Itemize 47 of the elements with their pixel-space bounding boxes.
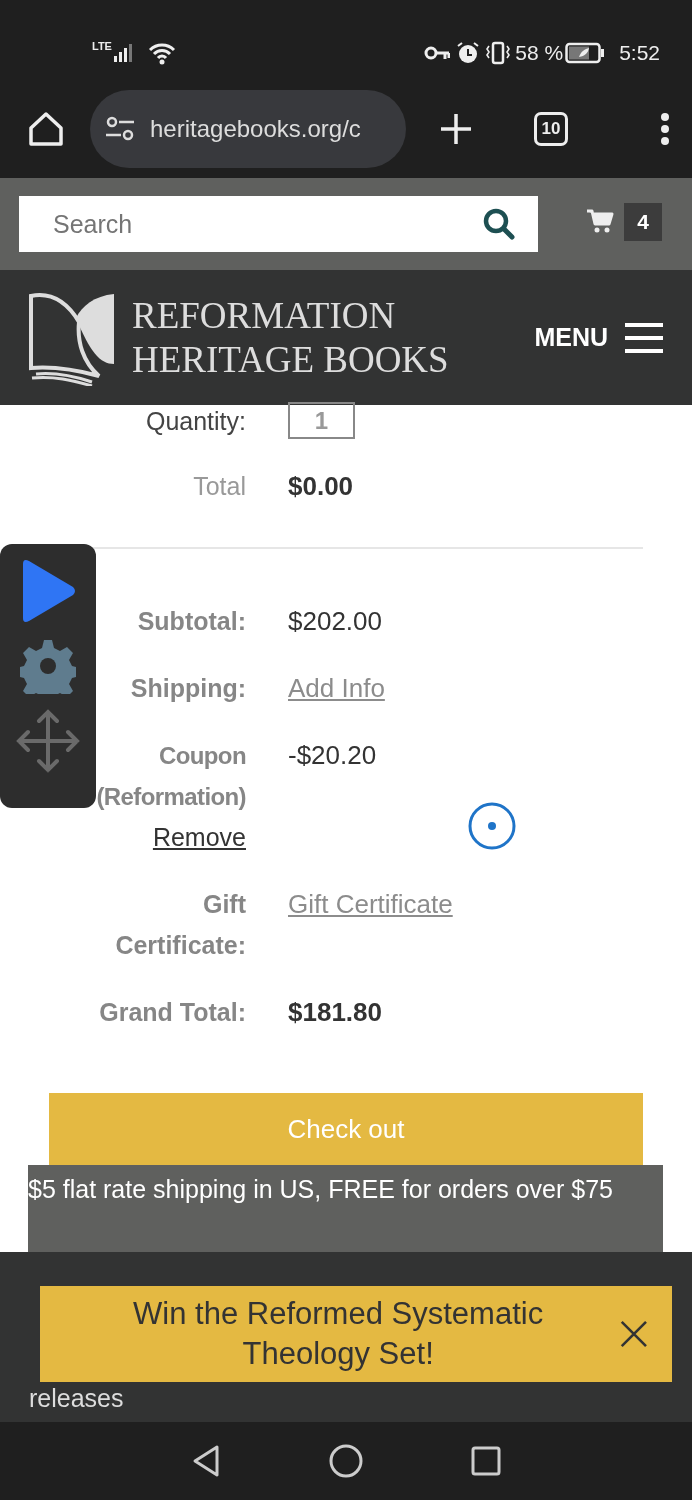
logo-text: HERITAGE BOOKS xyxy=(132,337,449,382)
summary-label: Grand Total: xyxy=(98,997,246,1028)
summary-value: -$20.20 xyxy=(288,740,377,770)
clock-time: 5:52 xyxy=(619,40,660,67)
logo-text: REFORMATION xyxy=(132,293,397,338)
move-icon[interactable] xyxy=(15,708,81,774)
wifi-icon xyxy=(147,41,176,65)
home-icon[interactable] xyxy=(329,1444,363,1478)
footer-text: releases xyxy=(29,1383,125,1414)
summary-value: $202.00 xyxy=(288,606,382,636)
search-icon[interactable] xyxy=(482,207,516,241)
back-icon[interactable] xyxy=(191,1444,221,1478)
new-tab-icon[interactable] xyxy=(438,111,474,147)
site-settings-icon[interactable] xyxy=(104,115,136,143)
summary-label: Coupon (Reformation) xyxy=(95,741,246,812)
summary-label: Gift Certificate: xyxy=(114,889,246,961)
summary-label: Shipping: xyxy=(129,673,246,704)
cart-count: 4 xyxy=(624,203,662,241)
total-value: $0.00 xyxy=(288,471,354,501)
close-icon[interactable] xyxy=(620,1318,648,1350)
gear-icon[interactable] xyxy=(20,638,76,694)
network-label: LTE xyxy=(92,38,112,54)
vibrate-icon xyxy=(485,41,512,65)
target-icon[interactable] xyxy=(467,801,517,851)
cart-icon[interactable] xyxy=(586,208,614,234)
menu-icon[interactable] xyxy=(624,321,664,354)
key-icon xyxy=(424,45,451,61)
remove-link[interactable]: Remove xyxy=(152,823,246,851)
signal-icon xyxy=(111,42,134,64)
more-options-icon[interactable] xyxy=(660,112,670,146)
home-icon[interactable] xyxy=(26,109,66,149)
search-field[interactable]: Search xyxy=(19,196,474,252)
quantity-label: Quantity: xyxy=(144,406,246,437)
address-bar[interactable]: heritagebooks.org/c xyxy=(90,90,406,168)
recents-icon[interactable] xyxy=(471,1446,501,1476)
alarm-icon xyxy=(456,41,481,65)
battery-percentage: 58 % xyxy=(515,40,564,67)
tab-switcher-button[interactable]: 10 xyxy=(534,112,568,146)
summary-label: Subtotal: xyxy=(136,606,246,637)
promo-banner[interactable]: Win the Reformed Systematic Theology Set! xyxy=(40,1286,672,1382)
promo-text: Win the Reformed Systematic Theology Set! xyxy=(132,1295,545,1373)
menu-button[interactable]: MENU xyxy=(534,318,664,357)
search-button[interactable] xyxy=(474,196,538,252)
total-label: Total xyxy=(192,471,246,502)
battery-icon xyxy=(565,42,606,64)
url-text: heritagebooks.org/c xyxy=(150,114,361,144)
grand-total-value: $181.80 xyxy=(288,997,382,1027)
